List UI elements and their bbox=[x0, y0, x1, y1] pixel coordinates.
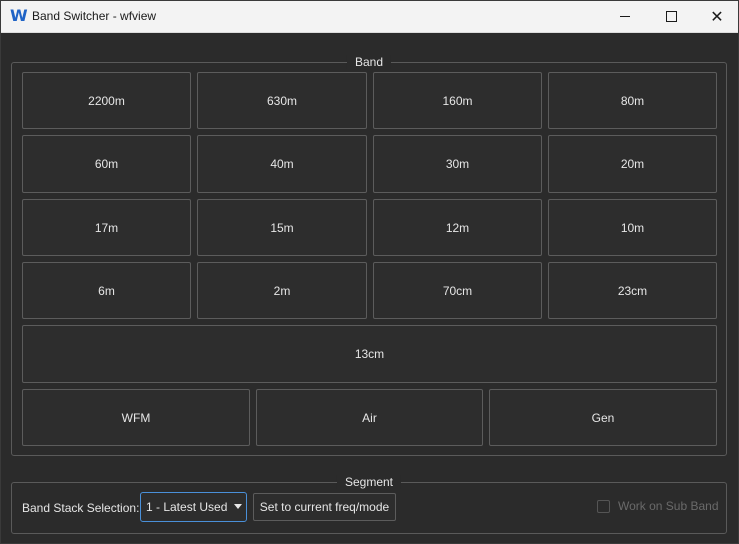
title-bar: W Band Switcher - wfview ✕ bbox=[1, 1, 738, 33]
band-button-12m[interactable]: 12m bbox=[373, 199, 542, 256]
wfview-app-icon: W bbox=[10, 6, 28, 25]
close-icon: ✕ bbox=[710, 6, 724, 26]
band-stack-label: Band Stack Selection: bbox=[22, 501, 140, 515]
band-button-air[interactable]: Air bbox=[256, 389, 483, 446]
band-stack-select-value: 1 - Latest Used bbox=[146, 500, 228, 514]
chevron-down-icon bbox=[234, 504, 242, 509]
minimize-button[interactable] bbox=[602, 1, 648, 32]
band-button-15m[interactable]: 15m bbox=[197, 199, 367, 256]
set-current-freq-mode-button[interactable]: Set to current freq/mode bbox=[253, 493, 396, 521]
band-button-wfm[interactable]: WFM bbox=[22, 389, 250, 446]
band-button-20m[interactable]: 20m bbox=[548, 135, 717, 193]
work-on-sub-band-label: Work on Sub Band bbox=[618, 499, 719, 513]
band-button-2200m[interactable]: 2200m bbox=[22, 72, 191, 129]
close-button[interactable]: ✕ bbox=[694, 1, 739, 32]
band-button-2m[interactable]: 2m bbox=[197, 262, 367, 319]
checkbox-icon[interactable] bbox=[597, 499, 610, 513]
band-button-70cm[interactable]: 70cm bbox=[373, 262, 542, 319]
band-button-630m[interactable]: 630m bbox=[197, 72, 367, 129]
window-title: Band Switcher - wfview bbox=[32, 9, 157, 23]
band-button-10m[interactable]: 10m bbox=[548, 199, 717, 256]
work-on-sub-band-checkbox[interactable]: Work on Sub Band bbox=[597, 499, 719, 513]
band-button-gen[interactable]: Gen bbox=[489, 389, 717, 446]
band-button-160m[interactable]: 160m bbox=[373, 72, 542, 129]
band-button-13cm[interactable]: 13cm bbox=[22, 325, 717, 383]
minimize-icon bbox=[620, 16, 630, 17]
maximize-icon bbox=[665, 11, 677, 22]
maximize-button[interactable] bbox=[648, 1, 694, 32]
band-button-23cm[interactable]: 23cm bbox=[548, 262, 717, 319]
band-group-title: Band bbox=[346, 55, 392, 69]
band-button-80m[interactable]: 80m bbox=[548, 72, 717, 129]
band-stack-select[interactable]: 1 - Latest Used bbox=[140, 492, 247, 522]
band-button-40m[interactable]: 40m bbox=[197, 135, 367, 193]
band-button-6m[interactable]: 6m bbox=[22, 262, 191, 319]
segment-group-title: Segment bbox=[336, 475, 402, 489]
band-button-60m[interactable]: 60m bbox=[22, 135, 191, 193]
band-button-17m[interactable]: 17m bbox=[22, 199, 191, 256]
band-button-30m[interactable]: 30m bbox=[373, 135, 542, 193]
